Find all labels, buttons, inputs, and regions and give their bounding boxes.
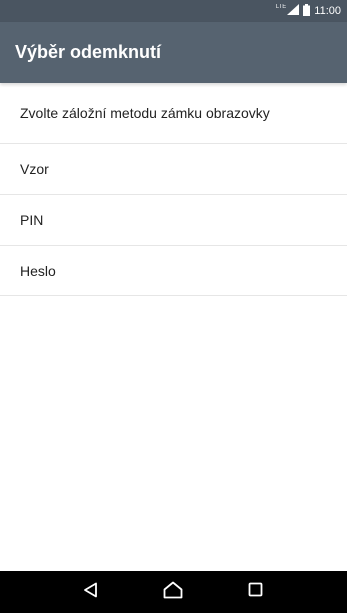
option-label: Heslo (20, 262, 56, 279)
back-button[interactable] (71, 577, 111, 607)
recents-icon (248, 582, 263, 602)
navigation-bar (0, 571, 347, 613)
home-button[interactable] (153, 577, 193, 607)
recents-button[interactable] (236, 577, 276, 607)
option-pin[interactable]: PIN (0, 194, 347, 245)
app-bar: Výběr odemknutí (0, 22, 347, 83)
status-icons: LTE 11:00 (275, 3, 341, 19)
clock: 11:00 (314, 5, 341, 17)
battery-icon (303, 3, 311, 19)
option-password[interactable]: Heslo (0, 245, 347, 296)
unlock-selection-list: Zvolte záložní metodu zámku obrazovky Vz… (0, 83, 347, 296)
option-label: Vzor (20, 161, 49, 177)
option-pattern[interactable]: Vzor (0, 143, 347, 194)
option-label: PIN (20, 212, 44, 228)
home-icon (163, 581, 183, 604)
network-type-label: LTE (275, 4, 287, 10)
screen: LTE 11:00 Výběr odemknutí Zvolte záložní… (0, 0, 347, 613)
back-icon (83, 582, 99, 603)
signal-icon (287, 4, 300, 18)
backup-method-prompt: Zvolte záložní metodu zámku obrazovky (20, 105, 270, 121)
status-bar: LTE 11:00 (0, 0, 347, 22)
page-title: Výběr odemknutí (15, 42, 162, 62)
